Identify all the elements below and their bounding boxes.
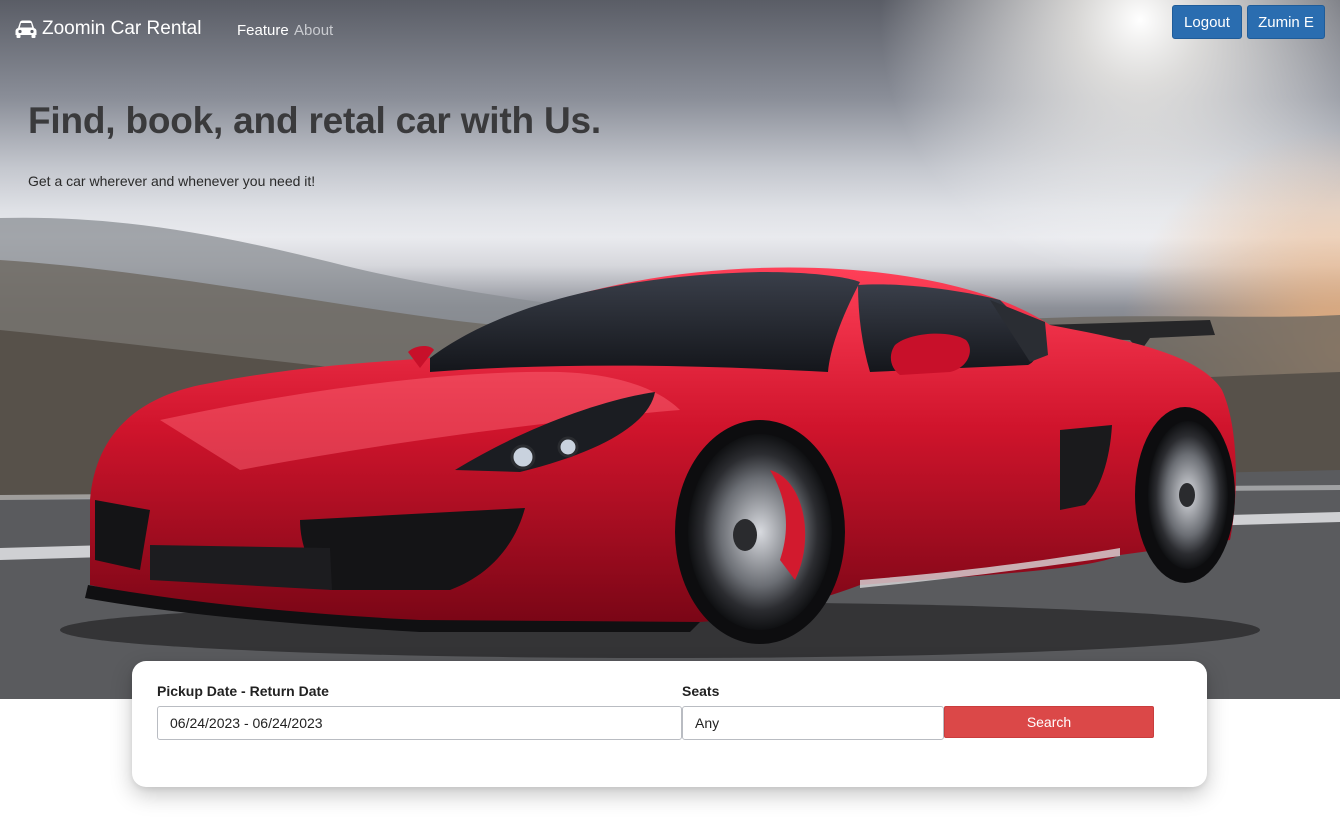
hero-title: Find, book, and retal car with Us. [28,100,601,141]
hero-banner: Zoomin Car Rental Feature About Logout Z… [0,0,1340,699]
date-range-input[interactable]: 06/24/2023 - 06/24/2023 [157,706,682,740]
nav-link-about[interactable]: About [294,22,333,39]
brand-link[interactable]: Zoomin Car Rental [14,18,201,40]
hero-subtitle: Get a car wherever and whenever you need… [28,173,316,189]
logout-button[interactable]: Logout [1172,5,1242,39]
search-button[interactable]: Search [944,706,1154,738]
nav-link-feature[interactable]: Feature [237,22,289,39]
user-menu-button[interactable]: Zumin E [1247,5,1325,39]
search-card: Pickup Date - Return Date 06/24/2023 - 0… [132,661,1207,787]
brand-name: Zoomin Car Rental [42,18,202,39]
dates-label: Pickup Date - Return Date [157,683,329,699]
seats-label: Seats [682,683,720,699]
seats-input[interactable]: Any [682,706,944,740]
car-icon [15,20,37,38]
